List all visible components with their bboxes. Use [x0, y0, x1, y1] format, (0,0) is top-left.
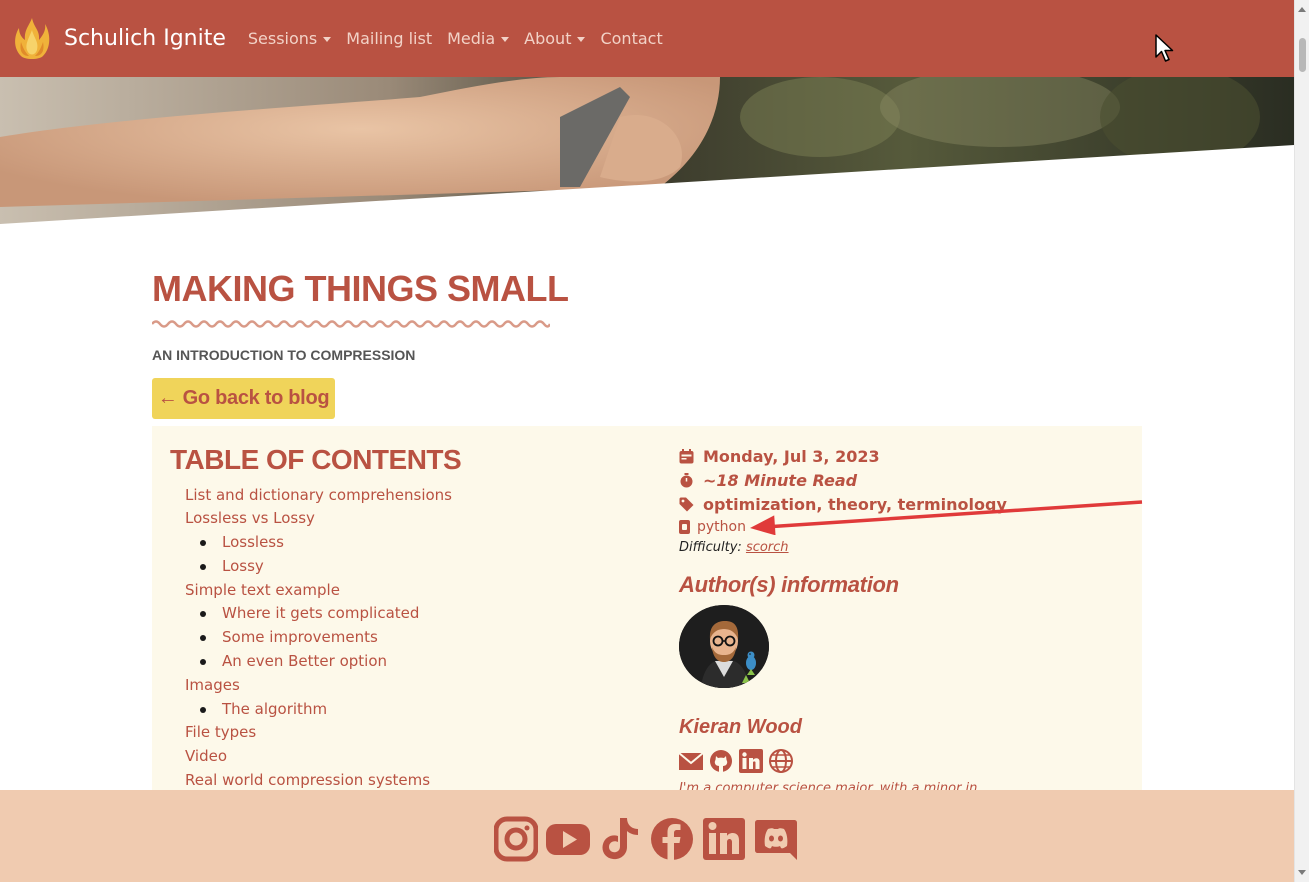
nav-mailing-list[interactable]: Mailing list: [346, 29, 432, 48]
difficulty: Difficulty: scorch: [679, 540, 789, 555]
language-tag[interactable]: python: [679, 519, 746, 535]
author-heading: Author(s) information: [679, 572, 899, 597]
author-social-links: [678, 749, 794, 773]
squiggle-divider: [152, 320, 550, 328]
tiktok-icon[interactable]: [598, 816, 642, 862]
author-name: Kieran Wood: [679, 716, 802, 738]
toc-link[interactable]: Simple text example: [185, 581, 340, 599]
toc-link[interactable]: File types: [185, 723, 256, 741]
navbar: Schulich Ignite Sessions Mailing list Me…: [0, 0, 1294, 77]
flame-logo-icon[interactable]: [13, 16, 51, 62]
calendar-icon: [679, 449, 694, 464]
stopwatch-icon: [680, 473, 693, 488]
post-date: Monday, Jul 3, 2023: [679, 447, 880, 466]
discord-icon[interactable]: [754, 816, 798, 862]
github-icon[interactable]: [708, 749, 734, 773]
tag-icon: [679, 497, 694, 512]
toc-link[interactable]: An even Better option: [222, 652, 387, 670]
list-bullet: [200, 659, 206, 665]
list-bullet: [200, 611, 206, 617]
list-bullet: [200, 707, 206, 713]
back-to-blog-button[interactable]: ← Go back to blog: [152, 378, 335, 419]
mouse-cursor-icon: [1155, 34, 1174, 62]
toc-link[interactable]: Lossy: [222, 557, 264, 575]
email-icon[interactable]: [678, 749, 704, 773]
toc-link[interactable]: Some improvements: [222, 628, 378, 646]
vertical-scrollbar[interactable]: [1294, 0, 1309, 882]
chevron-down-icon: [577, 37, 586, 42]
nav-sessions[interactable]: Sessions: [248, 29, 332, 48]
scrollbar-thumb[interactable]: [1299, 38, 1306, 72]
toc-link[interactable]: Where it gets complicated: [222, 604, 419, 622]
linkedin-icon[interactable]: [738, 749, 764, 773]
code-file-icon: [679, 520, 690, 534]
toc-link[interactable]: Real world compression systems: [185, 771, 430, 789]
nav-contact[interactable]: Contact: [600, 29, 662, 48]
toc-link[interactable]: Video: [185, 747, 227, 765]
page-subtitle: AN INTRODUCTION TO COMPRESSION: [152, 347, 416, 363]
brand-name[interactable]: Schulich Ignite: [64, 26, 226, 51]
list-bullet: [200, 540, 206, 546]
toc-link[interactable]: List and dictionary comprehensions: [185, 486, 452, 504]
toc-title: TABLE OF CONTENTS: [170, 444, 462, 475]
difficulty-link[interactable]: scorch: [746, 540, 789, 555]
annotation-arrow: [750, 500, 1143, 535]
nav-about[interactable]: About: [524, 29, 586, 48]
linkedin-icon[interactable]: [702, 816, 746, 862]
scroll-down-arrow-icon[interactable]: [1298, 870, 1306, 875]
facebook-icon[interactable]: [650, 816, 694, 862]
read-time: ~18 Minute Read: [679, 471, 857, 490]
nav-media[interactable]: Media: [447, 29, 510, 48]
toc-link[interactable]: Lossless: [222, 533, 284, 551]
globe-icon[interactable]: [768, 749, 794, 773]
list-bullet: [200, 635, 206, 641]
toc-link[interactable]: Lossless vs Lossy: [185, 509, 315, 527]
list-bullet: [200, 564, 206, 570]
footer-social-links: [494, 816, 798, 862]
scroll-up-arrow-icon[interactable]: [1298, 7, 1306, 12]
chevron-down-icon: [323, 37, 332, 42]
instagram-icon[interactable]: [494, 816, 538, 862]
toc-link[interactable]: Images: [185, 676, 240, 694]
page-title: MAKING THINGS SMALL: [152, 268, 569, 309]
youtube-icon[interactable]: [546, 816, 590, 862]
avatar: [679, 605, 769, 688]
chevron-down-icon: [501, 37, 510, 42]
hero-image: [0, 77, 1294, 227]
toc-link[interactable]: The algorithm: [222, 700, 327, 718]
